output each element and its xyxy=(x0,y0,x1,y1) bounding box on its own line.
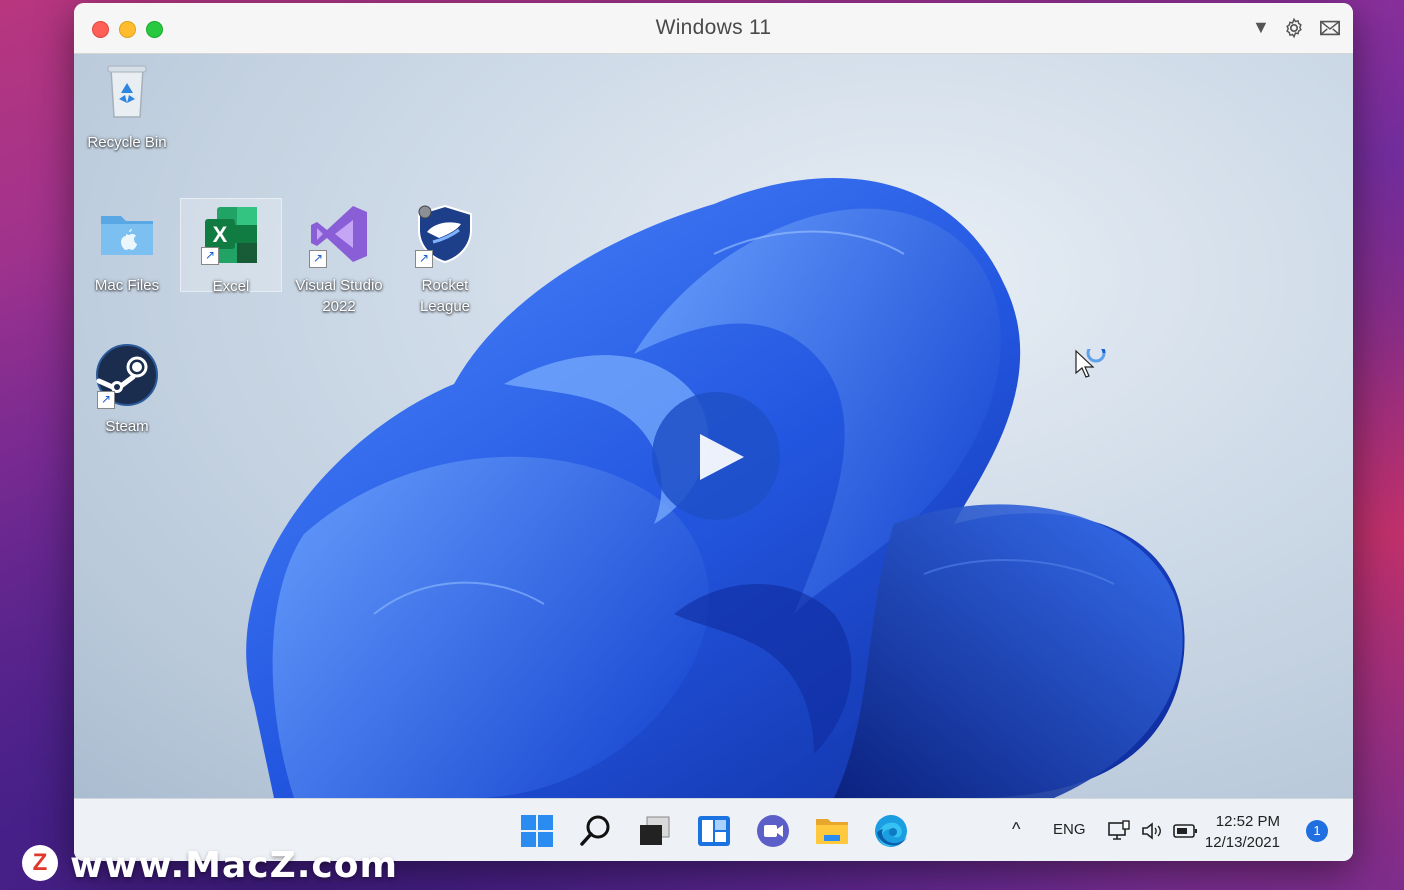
edge-icon[interactable] xyxy=(873,813,909,849)
desktop-icon-label: Excel xyxy=(212,278,250,295)
clock[interactable]: 12:52 PM 12/13/2021 xyxy=(1204,811,1280,853)
desktop-icon-mac-files[interactable]: Mac Files xyxy=(77,202,177,296)
play-icon xyxy=(700,434,744,480)
desktop-icon-recycle-bin[interactable]: Recycle Bin xyxy=(77,59,177,153)
desktop-icon-rocket-league[interactable]: ↗ Rocket League xyxy=(395,202,495,317)
shortcut-arrow-icon: ↗ xyxy=(415,250,433,268)
clock-date: 12/13/2021 xyxy=(1204,834,1280,851)
search-icon[interactable] xyxy=(578,813,614,849)
shortcut-arrow-icon: ↗ xyxy=(309,250,327,268)
show-hidden-icons-chevron-icon[interactable]: ^ xyxy=(1012,819,1020,840)
network-icon[interactable] xyxy=(1107,819,1131,843)
start-icon[interactable] xyxy=(519,813,555,849)
task-view-icon[interactable] xyxy=(637,813,673,849)
desktop-icon-excel[interactable]: X ↗ Excel xyxy=(180,198,282,295)
envelope-icon[interactable] xyxy=(1318,17,1342,39)
desktop-icon-steam[interactable]: ↗ Steam xyxy=(77,343,177,437)
notification-badge[interactable]: 1 xyxy=(1306,820,1328,842)
watermark: Z www.MacZ.com xyxy=(20,843,400,887)
desktop-icon-label: Rocket League xyxy=(419,277,471,315)
parallels-window: Windows 11 ▼ Recycle Bin Mac Files X ↗ E… xyxy=(74,3,1353,861)
desktop-icon-label: Recycle Bin xyxy=(87,134,167,151)
desktop-icon-label: Mac Files xyxy=(94,277,160,294)
macz-logo-icon: Z xyxy=(22,845,58,881)
gear-icon[interactable] xyxy=(1282,17,1306,39)
desktop-icon-label: Visual Studio 2022 xyxy=(295,277,383,315)
folder-icon xyxy=(101,216,153,255)
video-play-button[interactable] xyxy=(652,392,780,520)
title-bar[interactable]: Windows 11 ▼ xyxy=(74,3,1353,54)
window-title: Windows 11 xyxy=(655,16,772,39)
recycle-bin-icon xyxy=(107,65,147,118)
clock-time: 12:52 PM xyxy=(1215,813,1280,830)
battery-icon[interactable] xyxy=(1173,821,1199,841)
shortcut-arrow-icon: ↗ xyxy=(97,391,115,409)
dropdown-icon[interactable]: ▼ xyxy=(1252,17,1276,39)
shortcut-arrow-icon: ↗ xyxy=(201,247,219,265)
language-indicator[interactable]: ENG xyxy=(1053,821,1086,838)
desktop-icon-label: Steam xyxy=(105,418,149,435)
desktop[interactable]: Recycle Bin Mac Files X ↗ Excel ↗ Visual… xyxy=(74,54,1353,798)
file-explorer-icon[interactable] xyxy=(814,813,850,849)
watermark-text: www.MacZ.com xyxy=(70,845,398,886)
chat-icon[interactable] xyxy=(755,813,791,849)
svg-text:X: X xyxy=(213,222,228,247)
desktop-icon-visual-studio[interactable]: ↗ Visual Studio 2022 xyxy=(289,202,389,317)
busy-cursor-icon xyxy=(1075,349,1106,378)
widgets-icon[interactable] xyxy=(696,813,732,849)
volume-icon[interactable] xyxy=(1140,819,1164,843)
